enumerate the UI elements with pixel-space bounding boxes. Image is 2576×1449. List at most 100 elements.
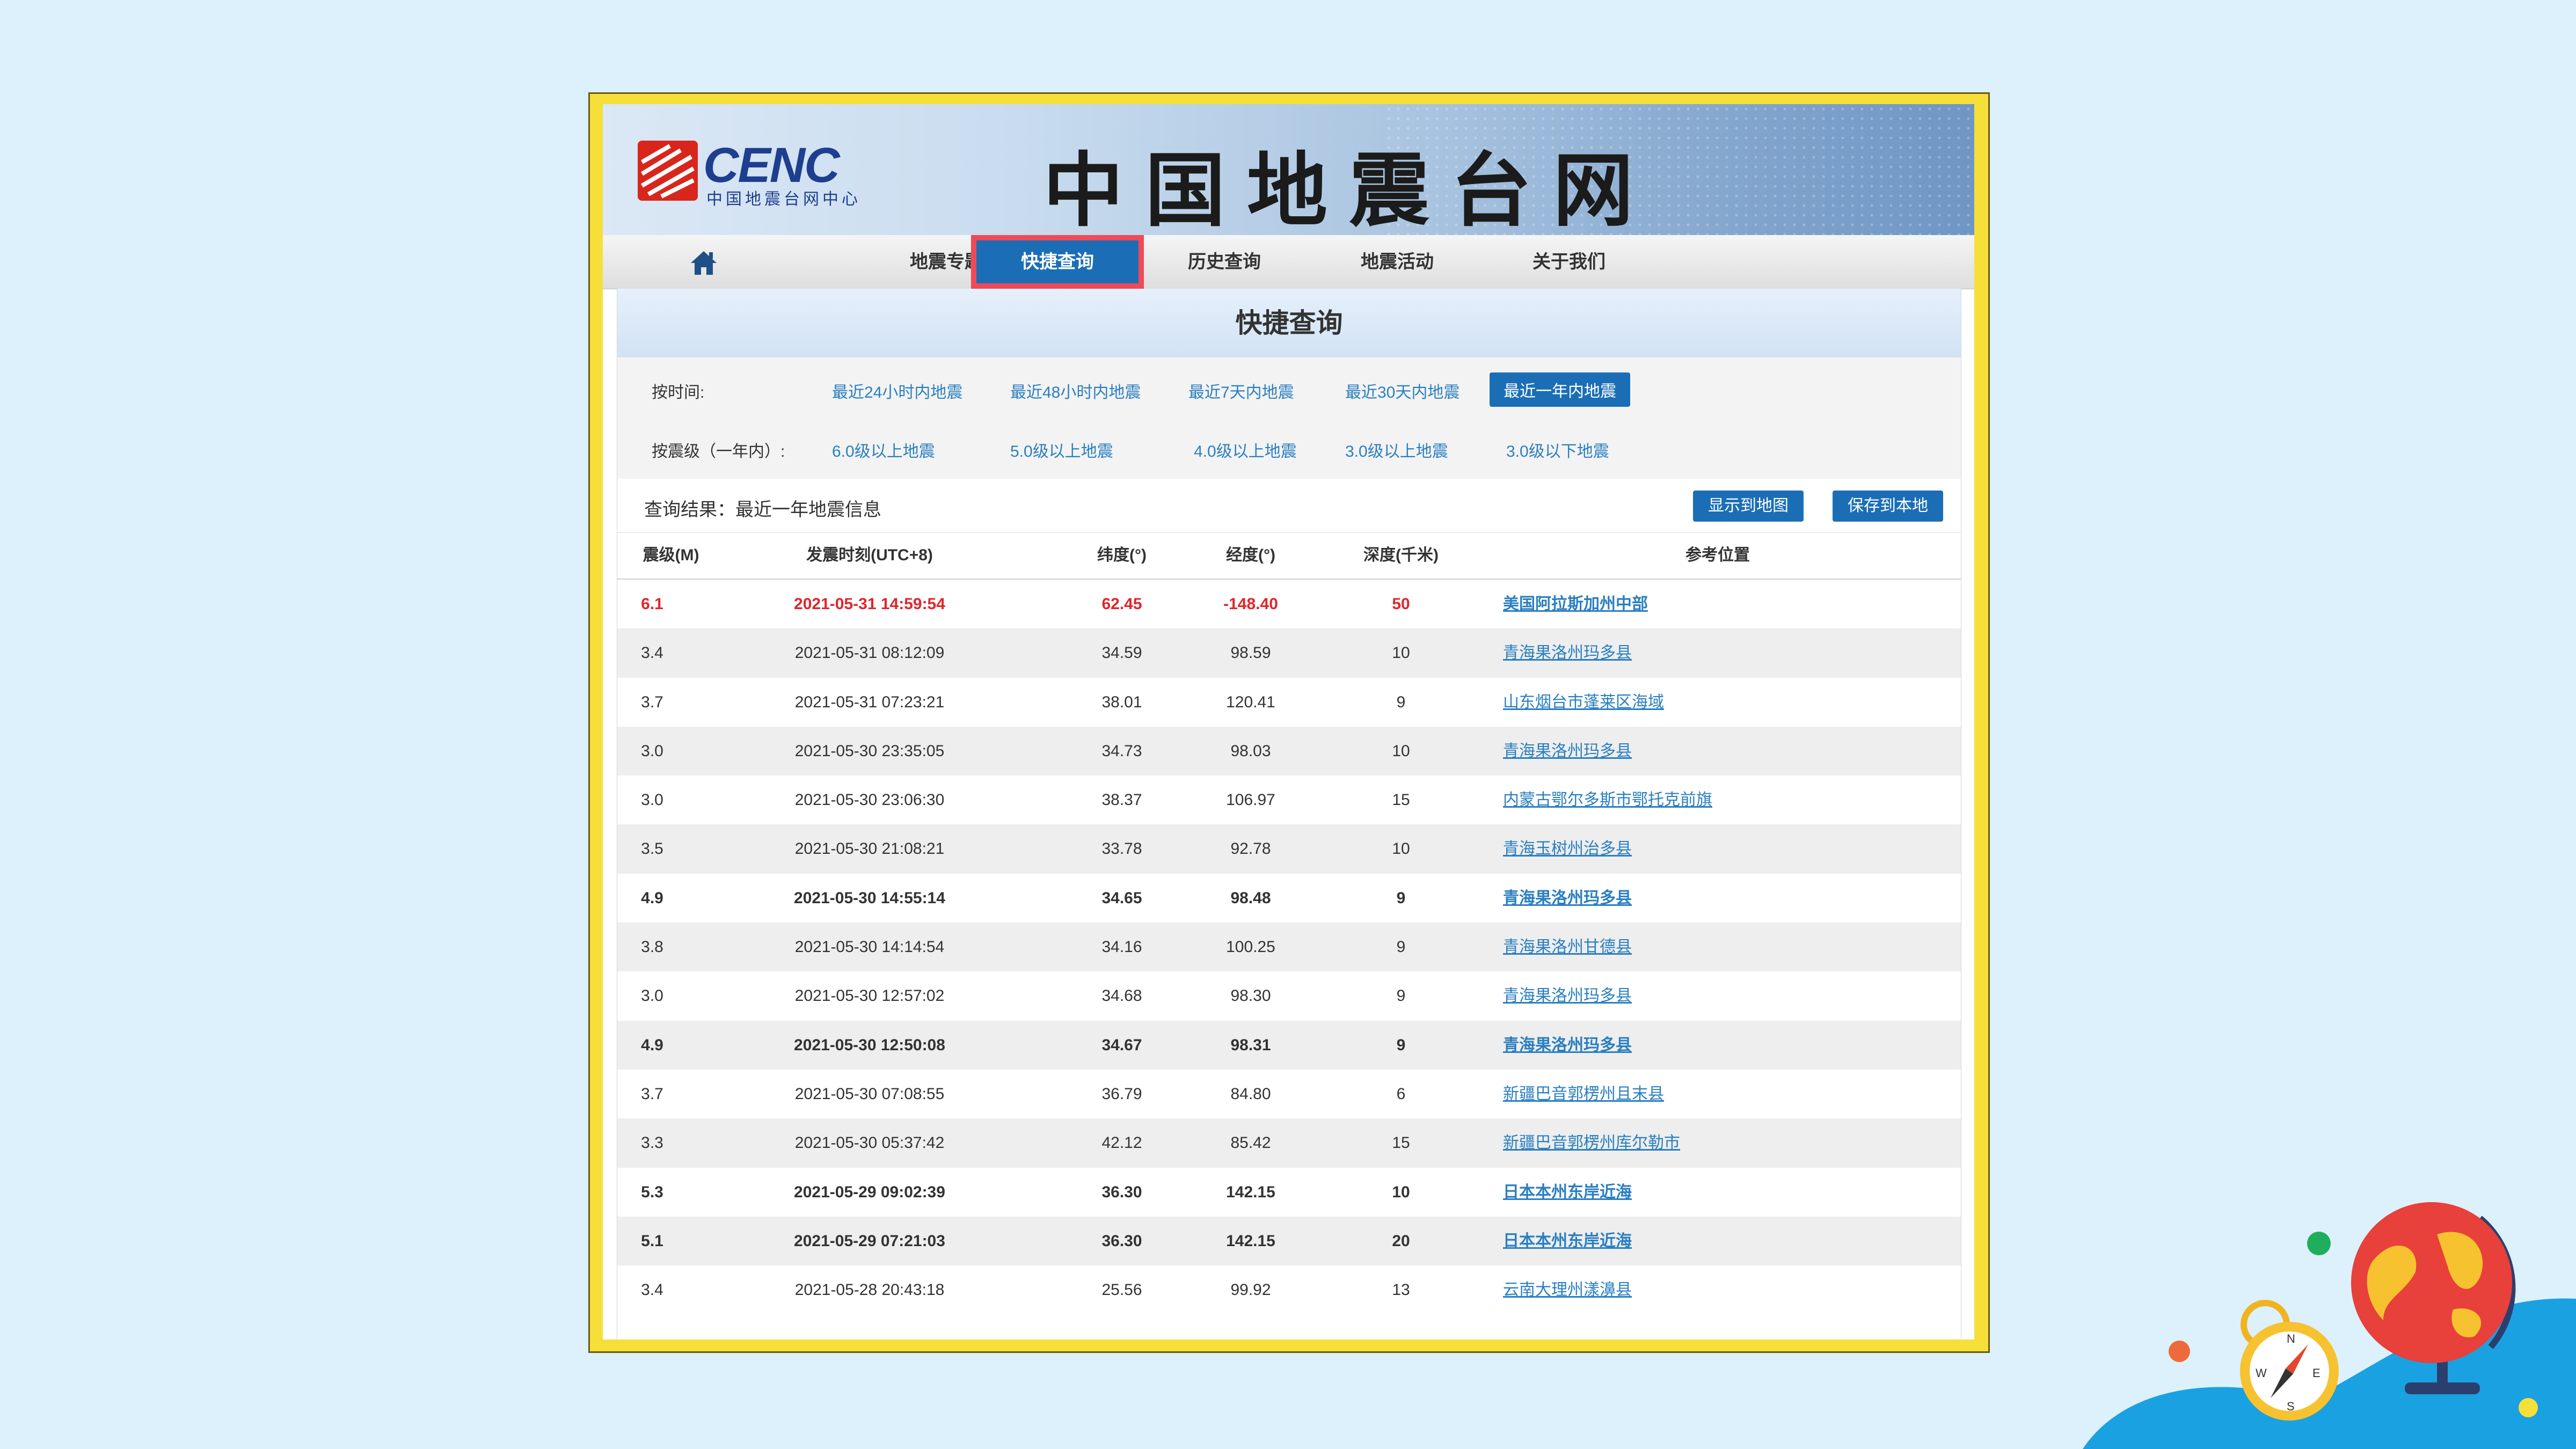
cell-time: 2021-05-29 07:21:03 bbox=[794, 1232, 945, 1250]
table-body: 6.1 2021-05-31 14:59:54 62.45 -148.40 50 美国阿拉… bbox=[617, 580, 1961, 1314]
table-row[interactable]: 3.5 2021-05-30 21:08:21 33.78 92.78 10 青海玉树州治… bbox=[617, 824, 1961, 874]
table-row[interactable]: 3.3 2021-05-30 05:37:42 42.12 85.42 15 新疆巴音郭楞… bbox=[617, 1118, 1961, 1168]
cell-depth: 50 bbox=[1392, 595, 1410, 613]
filter-mag-6[interactable]: 6.0级以上地震 bbox=[832, 438, 935, 462]
table-row[interactable]: 3.8 2021-05-30 14:14:54 34.16 100.25 9 青海果洛州甘… bbox=[617, 923, 1961, 972]
cell-latitude: 36.30 bbox=[1101, 1183, 1142, 1201]
table-row[interactable]: 3.7 2021-05-31 07:23:21 38.01 120.41 9 山东烟台市蓬… bbox=[617, 678, 1961, 727]
table-row[interactable]: 5.3 2021-05-29 09:02:39 36.30 142.15 10 日本本州东… bbox=[617, 1168, 1961, 1217]
table-row[interactable]: 4.9 2021-05-30 14:55:14 34.65 98.48 9 青海果洛州玛多… bbox=[617, 874, 1961, 923]
filter-mag-5[interactable]: 5.0级以上地震 bbox=[1010, 438, 1113, 462]
cell-location-link[interactable]: 云南大理州漾濞县 bbox=[1503, 1265, 1932, 1314]
cell-longitude: 142.15 bbox=[1226, 1232, 1275, 1250]
cell-time: 2021-05-30 23:06:30 bbox=[794, 791, 945, 809]
cell-depth: 10 bbox=[1392, 742, 1410, 760]
save-local-button[interactable]: 保存到本地 bbox=[1833, 491, 1943, 522]
cell-magnitude: 3.3 bbox=[641, 1134, 663, 1152]
col-latitude[interactable]: 纬度(°) bbox=[1084, 532, 1159, 579]
cell-latitude: 34.73 bbox=[1101, 742, 1142, 760]
filter-mag-3-below[interactable]: 3.0级以下地震 bbox=[1506, 438, 1609, 462]
filter-mag-4[interactable]: 4.0级以上地震 bbox=[1194, 438, 1297, 462]
cell-location-link[interactable]: 青海果洛州甘德县 bbox=[1503, 923, 1932, 971]
cell-time: 2021-05-29 09:02:39 bbox=[794, 1183, 945, 1201]
mag-filter-label: 按震级（一年内）: bbox=[652, 443, 785, 460]
result-bar: 查询结果：最近一年地震信息 显示到地图 保存到本地 bbox=[617, 479, 1961, 533]
table-row[interactable]: 5.1 2021-05-29 07:21:03 36.30 142.15 20 日本本州东… bbox=[617, 1216, 1961, 1266]
cell-location-link[interactable]: 日本本州东岸近海 bbox=[1503, 1217, 1932, 1265]
cell-time: 2021-05-30 21:08:21 bbox=[794, 840, 945, 858]
cell-longitude: 85.42 bbox=[1230, 1134, 1271, 1152]
col-magnitude[interactable]: 震级(M) bbox=[617, 532, 725, 579]
cell-location-link[interactable]: 日本本州东岸近海 bbox=[1503, 1168, 1932, 1217]
filter-mag-3-above[interactable]: 3.0级以上地震 bbox=[1345, 438, 1448, 462]
cell-depth: 15 bbox=[1392, 1134, 1410, 1152]
col-time[interactable]: 发震时刻(UTC+8) bbox=[757, 532, 982, 579]
cell-depth: 9 bbox=[1396, 889, 1406, 907]
cell-depth: 9 bbox=[1396, 1036, 1406, 1054]
table-row[interactable]: 3.0 2021-05-30 23:06:30 38.37 106.97 15 内蒙古鄂尔… bbox=[617, 775, 1961, 824]
cell-magnitude: 5.3 bbox=[641, 1183, 663, 1201]
cell-location-link[interactable]: 青海玉树州治多县 bbox=[1503, 824, 1932, 873]
cell-location-link[interactable]: 新疆巴音郭楞州且末县 bbox=[1503, 1070, 1932, 1118]
nav-item-quick-query[interactable]: 快捷查询 bbox=[971, 235, 1144, 289]
cell-time: 2021-05-30 14:55:14 bbox=[794, 889, 945, 907]
col-depth[interactable]: 深度(千米) bbox=[1342, 532, 1460, 579]
cell-longitude: 98.48 bbox=[1230, 889, 1271, 907]
table-row[interactable]: 3.7 2021-05-30 07:08:55 36.79 84.80 6 新疆巴音郭楞州… bbox=[617, 1070, 1961, 1118]
time-filter-label: 按时间: bbox=[652, 384, 705, 401]
table-row[interactable]: 3.0 2021-05-30 12:57:02 34.68 98.30 9 青海果洛州玛多… bbox=[617, 971, 1961, 1020]
cell-latitude: 34.65 bbox=[1101, 889, 1142, 907]
cell-longitude: 98.31 bbox=[1230, 1036, 1271, 1054]
cell-location-link[interactable]: 青海果洛州玛多县 bbox=[1503, 1021, 1932, 1070]
cell-location-link[interactable]: 内蒙古鄂尔多斯市鄂托克前旗 bbox=[1503, 775, 1932, 824]
cell-location-link[interactable]: 青海果洛州玛多县 bbox=[1503, 874, 1932, 923]
cell-time: 2021-05-30 05:37:42 bbox=[794, 1134, 945, 1152]
show-map-button[interactable]: 显示到地图 bbox=[1693, 491, 1804, 522]
cenc-logo[interactable]: CENC 中国地震台网中心 bbox=[638, 138, 874, 208]
table-row[interactable]: 4.9 2021-05-30 12:50:08 34.67 98.31 9 青海果洛州玛多… bbox=[617, 1020, 1961, 1070]
compass-e: E bbox=[2312, 1366, 2320, 1380]
result-text: 查询结果：最近一年地震信息 bbox=[644, 500, 881, 520]
cell-latitude: 33.78 bbox=[1101, 840, 1142, 858]
cell-longitude: -148.40 bbox=[1223, 595, 1278, 613]
compass-w: W bbox=[2256, 1366, 2267, 1380]
filter-24h[interactable]: 最近24小时内地震 bbox=[832, 379, 962, 402]
cell-location-link[interactable]: 美国阿拉斯加州中部 bbox=[1503, 580, 1932, 628]
table-header: 震级(M) 发震时刻(UTC+8) 纬度(°) 经度(°) 深度(千米) 参考位… bbox=[617, 532, 1961, 580]
cell-location-link[interactable]: 青海果洛州玛多县 bbox=[1503, 971, 1932, 1020]
cell-magnitude: 3.7 bbox=[641, 693, 663, 711]
table-row[interactable]: 3.4 2021-05-31 08:12:09 34.59 98.59 10 青海果洛州玛… bbox=[617, 628, 1961, 678]
cell-depth: 9 bbox=[1396, 987, 1406, 1005]
cell-magnitude: 4.9 bbox=[641, 1036, 663, 1054]
filter-area: 按时间: 最近24小时内地震 最近48小时内地震 最近7天内地震 最近30天内地… bbox=[617, 357, 1961, 479]
nav-item-history-query[interactable]: 历史查询 bbox=[1144, 235, 1305, 289]
cell-latitude: 34.68 bbox=[1101, 987, 1142, 1005]
cell-latitude: 36.79 bbox=[1101, 1085, 1142, 1103]
nav-item-about-us[interactable]: 关于我们 bbox=[1488, 235, 1650, 289]
filter-7d[interactable]: 最近7天内地震 bbox=[1188, 379, 1294, 402]
table-row[interactable]: 3.4 2021-05-28 20:43:18 25.56 99.92 13 云南大理州漾… bbox=[617, 1265, 1961, 1314]
col-location[interactable]: 参考位置 bbox=[1503, 532, 1932, 579]
cell-location-link[interactable]: 新疆巴音郭楞州库尔勒市 bbox=[1503, 1118, 1932, 1167]
quick-query-panel: 快捷查询 按时间: 最近24小时内地震 最近48小时内地震 最近7天内地震 最近… bbox=[617, 289, 1961, 1340]
cell-location-link[interactable]: 青海果洛州玛多县 bbox=[1503, 727, 1932, 775]
site-banner: CENC 中国地震台网中心 中国地震台网 bbox=[603, 104, 1974, 238]
decorative-illustration: N E S W bbox=[2083, 1202, 2576, 1449]
cell-depth: 15 bbox=[1392, 791, 1410, 809]
table-row[interactable]: 3.0 2021-05-30 23:35:05 34.73 98.03 10 青海果洛州玛… bbox=[617, 726, 1961, 776]
cell-magnitude: 3.8 bbox=[641, 938, 663, 956]
filter-30d[interactable]: 最近30天内地震 bbox=[1345, 379, 1460, 402]
nav-item-earthquake-activity[interactable]: 地震活动 bbox=[1317, 235, 1478, 289]
cell-time: 2021-05-30 14:14:54 bbox=[794, 938, 945, 956]
cell-latitude: 38.01 bbox=[1101, 693, 1142, 711]
filter-48h[interactable]: 最近48小时内地震 bbox=[1010, 379, 1141, 402]
home-icon[interactable] bbox=[689, 248, 719, 278]
cell-location-link[interactable]: 青海果洛州玛多县 bbox=[1503, 628, 1932, 677]
cell-depth: 13 bbox=[1392, 1281, 1410, 1299]
col-longitude[interactable]: 经度(°) bbox=[1208, 532, 1294, 579]
cell-latitude: 62.45 bbox=[1101, 595, 1142, 613]
table-row[interactable]: 6.1 2021-05-31 14:59:54 62.45 -148.40 50 美国阿拉… bbox=[617, 580, 1961, 628]
cenc-logo-mark-icon bbox=[638, 141, 698, 201]
cell-location-link[interactable]: 山东烟台市蓬莱区海域 bbox=[1503, 678, 1932, 727]
filter-1y[interactable]: 最近一年内地震 bbox=[1490, 372, 1630, 407]
